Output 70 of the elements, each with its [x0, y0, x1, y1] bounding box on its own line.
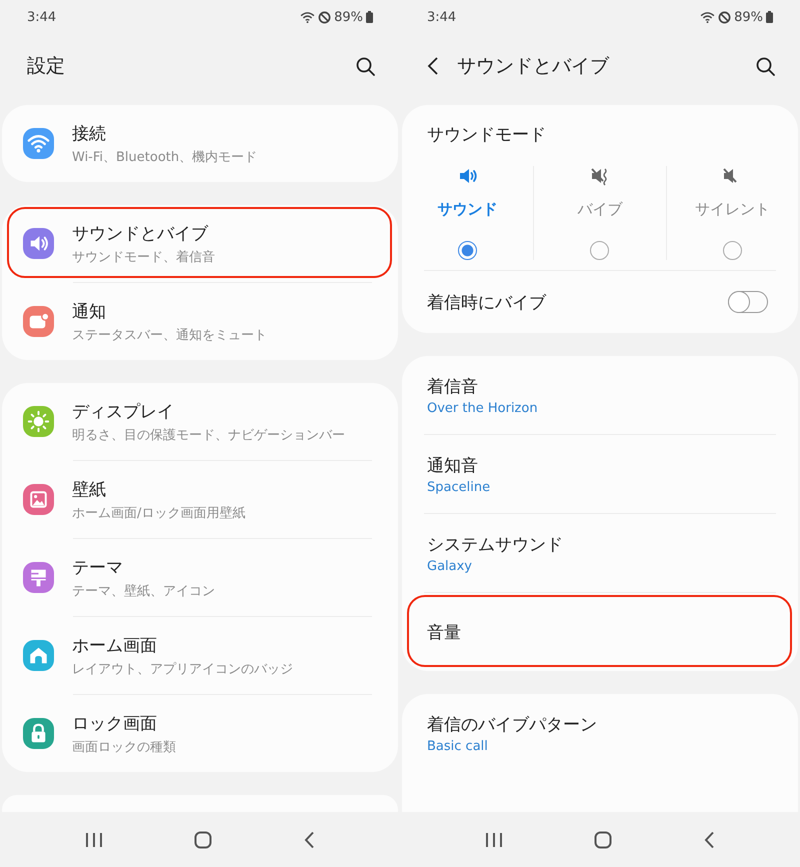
home-icon: [594, 830, 612, 848]
status-time: 3:44: [27, 10, 56, 24]
settings-item[interactable]: 音量: [402, 593, 798, 671]
battery-percent: 89%: [734, 10, 763, 24]
section-title: サウンドモード: [426, 124, 547, 146]
search-icon: [355, 56, 376, 76]
item-value: Galaxy: [427, 558, 474, 574]
settings-item[interactable]: ディスプレイ 明るさ、目の保護モード、ナビゲーションバー: [2, 383, 398, 460]
status-time: 3:44: [427, 10, 456, 24]
do-not-disturb-icon: [718, 10, 732, 24]
battery-percent: 89%: [334, 10, 363, 24]
item-title: 壁紙: [72, 478, 107, 500]
speaker-icon: [458, 166, 478, 186]
wifi-icon: [700, 12, 716, 22]
settings-item[interactable]: 着信のバイブパターン Basic call: [402, 694, 798, 772]
recent-apps-icon: [85, 832, 104, 848]
item-subtitle: ステータスバー、通知をミュート: [72, 326, 267, 344]
item-subtitle: ホーム画面/ロック画面用壁紙: [72, 504, 246, 522]
item-title: 着信音: [427, 376, 479, 398]
item-title: ディスプレイ: [72, 400, 175, 422]
setting-label: 着信時にバイブ: [427, 292, 546, 314]
battery-icon: [766, 11, 773, 23]
settings-item[interactable]: ロック画面 画面ロックの種類: [2, 695, 398, 772]
settings-item[interactable]: システムサウンド Galaxy: [402, 514, 798, 592]
item-value: Over the Horizon: [427, 400, 538, 416]
settings-item[interactable]: 着信音 Over the Horizon: [402, 356, 798, 434]
item-title: ロック画面: [72, 712, 158, 734]
home-icon: [194, 830, 212, 848]
back-icon: [702, 830, 715, 848]
item-title: システムサウンド: [427, 534, 563, 556]
radio-button[interactable]: [458, 241, 478, 260]
item-subtitle: 画面ロックの種類: [72, 738, 176, 756]
back-icon: [302, 830, 315, 848]
radio-button[interactable]: [590, 241, 610, 260]
item-title: ホーム画面: [72, 634, 158, 656]
item-value: Basic call: [427, 738, 489, 754]
settings-item[interactable]: テーマ テーマ、壁紙、アイコン: [2, 539, 398, 616]
item-subtitle: サウンドモード、着信音: [72, 248, 215, 266]
battery-icon: [366, 11, 373, 23]
screen-title: サウンドとバイブ: [457, 54, 610, 79]
settings-item[interactable]: ホーム画面 レイアウト、アプリアイコンのバッジ: [2, 617, 398, 694]
radio-button[interactable]: [722, 241, 742, 260]
do-not-disturb-icon: [318, 10, 332, 24]
sound-mode-option[interactable]: サウンド: [402, 166, 534, 260]
wifi-icon: [300, 12, 316, 22]
item-subtitle: テーマ、壁紙、アイコン: [72, 582, 215, 600]
search-icon: [755, 56, 776, 76]
item-title: 接続: [72, 122, 107, 144]
item-subtitle: 明るさ、目の保護モード、ナビゲーションバー: [72, 426, 345, 444]
item-title: テーマ: [72, 556, 124, 578]
mode-label: バイブ: [577, 200, 622, 219]
mode-label: サイレント: [694, 200, 770, 219]
item-subtitle: レイアウト、アプリアイコンのバッジ: [72, 660, 293, 678]
mode-label: サウンド: [438, 200, 498, 219]
settings-item[interactable]: 接続 Wi-Fi、Bluetooth、機内モード: [2, 105, 398, 182]
toggle-switch[interactable]: [728, 291, 768, 313]
item-subtitle: Wi-Fi、Bluetooth、機内モード: [72, 148, 258, 166]
item-title: 着信のバイブパターン: [427, 714, 597, 736]
back-icon: [427, 56, 439, 76]
item-title: サウンドとバイブ: [72, 222, 210, 244]
item-value: Spaceline: [427, 480, 490, 494]
item-title: 通知: [72, 300, 107, 322]
item-title: 音量: [427, 622, 461, 644]
settings-item[interactable]: 壁紙 ホーム画面/ロック画面用壁紙: [2, 461, 398, 538]
screen-title: 設定: [27, 54, 66, 79]
recent-apps-icon: [485, 832, 504, 848]
item-title: 通知音: [427, 454, 479, 476]
settings-item[interactable]: 通知 ステータスバー、通知をミュート: [2, 283, 398, 360]
settings-item[interactable]: 通知音 Spaceline: [402, 435, 798, 513]
settings-item[interactable]: サウンドとバイブ サウンドモード、着信音: [2, 205, 398, 282]
